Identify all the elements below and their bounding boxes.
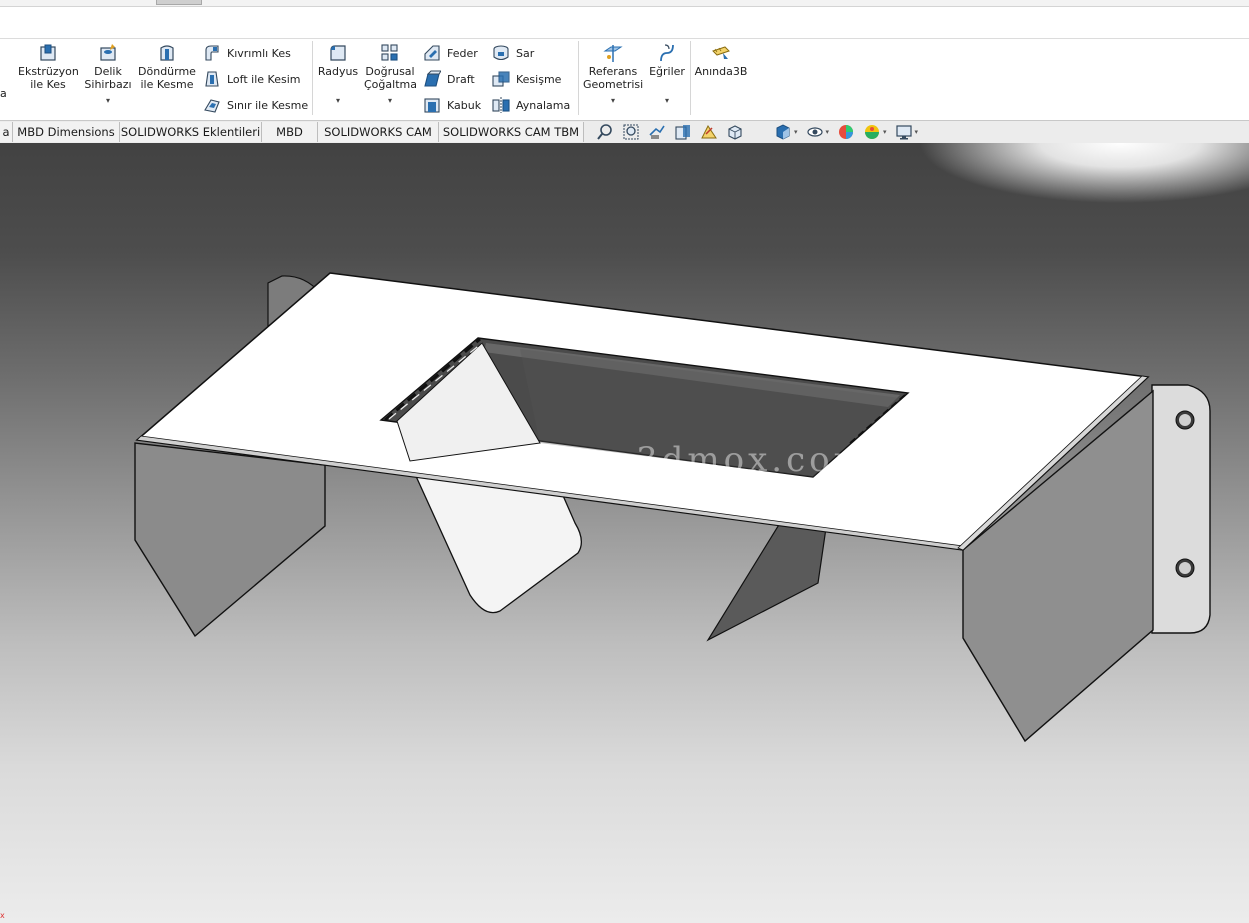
reference-geometry-dropdown-caret[interactable]: ▾ bbox=[583, 97, 643, 105]
apply-scene-dropdown-caret[interactable]: ▾ bbox=[883, 128, 887, 136]
linear-pattern-icon bbox=[381, 44, 398, 61]
shell-icon bbox=[424, 98, 440, 113]
revolved-cut-button[interactable]: Döndürme ile Kesme bbox=[138, 43, 196, 91]
zoom-to-fit-icon[interactable] bbox=[596, 123, 614, 141]
heads-up-view-toolbar: ▾ ▾ ▾ ▾ bbox=[592, 122, 922, 142]
tab-solidworks-cam-tbm[interactable]: SOLIDWORKS CAM TBM bbox=[439, 122, 584, 142]
menu-strip bbox=[0, 7, 1249, 39]
display-style-icon[interactable] bbox=[774, 123, 792, 141]
tab-mbd[interactable]: MBD bbox=[262, 122, 318, 142]
display-style-dropdown-caret[interactable]: ▾ bbox=[794, 128, 798, 136]
hide-show-items-icon[interactable] bbox=[806, 123, 824, 141]
intersect-icon bbox=[492, 71, 510, 87]
hole-wizard-dropdown-caret[interactable]: ▾ bbox=[84, 97, 132, 105]
revolved-cut-icon bbox=[160, 45, 174, 61]
command-manager-ribbon: a Ekstrüzyon ile Kes Delik Sihirbazı ▾ D… bbox=[0, 39, 1249, 120]
zoom-to-area-icon[interactable] bbox=[622, 123, 640, 141]
hole-wizard-button[interactable]: Delik Sihirbazı ▾ bbox=[84, 43, 132, 105]
wrap-icon bbox=[493, 45, 509, 61]
fillet-dropdown-caret[interactable]: ▾ bbox=[317, 97, 359, 105]
mirror-button[interactable]: Aynalama bbox=[492, 95, 570, 115]
curves-dropdown-caret[interactable]: ▾ bbox=[648, 97, 686, 105]
instant3d-button[interactable]: Anında3B bbox=[694, 43, 748, 78]
shell-button[interactable]: Kabuk bbox=[423, 95, 481, 115]
boundary-cut-button[interactable]: Sınır ile Kesme bbox=[203, 95, 308, 115]
hole-wizard-icon bbox=[100, 44, 116, 61]
linear-pattern-button[interactable]: Doğrusal Çoğaltma ▾ bbox=[364, 43, 417, 105]
fillet-button[interactable]: Radyus ▾ bbox=[317, 43, 359, 105]
instant3d-icon bbox=[712, 46, 730, 59]
rib-icon bbox=[424, 45, 440, 61]
apply-scene-icon[interactable] bbox=[863, 123, 881, 141]
title-strip bbox=[0, 0, 1249, 7]
view-settings-dropdown-caret[interactable]: ▾ bbox=[915, 128, 919, 136]
view-orientation-icon[interactable] bbox=[726, 123, 744, 141]
ribbon-separator bbox=[690, 41, 691, 115]
draft-button[interactable]: Draft bbox=[423, 69, 475, 89]
extruded-cut-icon bbox=[40, 44, 56, 61]
ribbon-left-fragment: a bbox=[0, 87, 6, 100]
reference-geometry-icon bbox=[603, 45, 623, 62]
linear-pattern-dropdown-caret[interactable]: ▾ bbox=[364, 97, 416, 105]
origin-triad-marker: x bbox=[0, 911, 5, 920]
reference-geometry-button[interactable]: Referans Geometrisi ▾ bbox=[583, 43, 643, 105]
lofted-cut-icon bbox=[205, 71, 219, 87]
mirror-icon bbox=[492, 97, 510, 113]
tab-solidworks-cam[interactable]: SOLIDWORKS CAM bbox=[318, 122, 439, 142]
wrap-button[interactable]: Sar bbox=[492, 43, 534, 63]
sheet-metal-bracket-model[interactable] bbox=[0, 143, 1249, 923]
swept-cut-button[interactable]: Kıvrımlı Kes bbox=[203, 43, 291, 63]
rib-button[interactable]: Feder bbox=[423, 43, 478, 63]
draft-icon bbox=[424, 70, 441, 87]
swept-cut-icon bbox=[205, 45, 219, 61]
hide-show-dropdown-caret[interactable]: ▾ bbox=[826, 128, 830, 136]
tab-mbd-dimensions[interactable]: MBD Dimensions bbox=[13, 122, 120, 142]
tab-partial[interactable]: a bbox=[0, 122, 13, 142]
ribbon-separator bbox=[312, 41, 313, 115]
curves-button[interactable]: Eğriler ▾ bbox=[648, 43, 686, 105]
ribbon-separator bbox=[578, 41, 579, 115]
solidworks-window: a Ekstrüzyon ile Kes Delik Sihirbazı ▾ D… bbox=[0, 0, 1249, 923]
view-settings-monitor-icon[interactable] bbox=[895, 123, 913, 141]
edit-appearance-icon[interactable] bbox=[837, 123, 855, 141]
boundary-cut-icon bbox=[204, 99, 220, 113]
intersect-button[interactable]: Kesişme bbox=[492, 69, 561, 89]
window-grip[interactable] bbox=[156, 0, 202, 5]
previous-view-icon[interactable] bbox=[648, 123, 666, 141]
section-view-icon[interactable] bbox=[674, 123, 692, 141]
fillet-icon bbox=[330, 45, 346, 61]
lofted-cut-button[interactable]: Loft ile Kesim bbox=[203, 69, 300, 89]
dynamic-annotation-icon[interactable] bbox=[700, 123, 718, 141]
extruded-cut-button[interactable]: Ekstrüzyon ile Kes bbox=[18, 43, 79, 91]
graphics-area[interactable]: 3dmox.com x bbox=[0, 143, 1249, 923]
curves-icon bbox=[660, 44, 674, 62]
tab-solidworks-addins[interactable]: SOLIDWORKS Eklentileri bbox=[120, 122, 262, 142]
